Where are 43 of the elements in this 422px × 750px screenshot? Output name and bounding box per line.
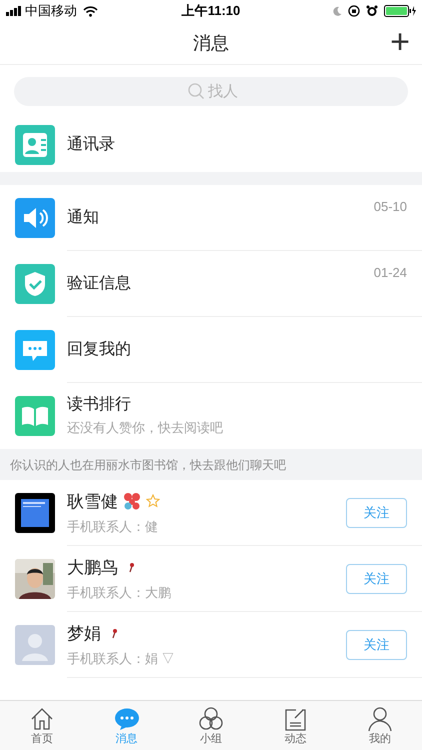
person-subtitle: 手机联系人：健 bbox=[67, 518, 159, 536]
suggestion-banner: 你认识的人也在用丽水市图书馆，快去跟他们聊天吧 bbox=[0, 449, 422, 480]
message-date: 05-10 bbox=[374, 198, 407, 216]
signal-icon bbox=[6, 6, 22, 16]
tab-item[interactable]: 动态 bbox=[253, 701, 338, 750]
contact-card-icon bbox=[15, 124, 55, 164]
follow-button[interactable]: 关注 bbox=[346, 498, 407, 528]
person-subtitle: 手机联系人：大鹏 bbox=[67, 584, 172, 602]
moon-icon bbox=[333, 6, 342, 16]
message-date: 01-24 bbox=[374, 264, 407, 282]
person-name: 梦娟 bbox=[67, 622, 101, 644]
circles-icon bbox=[198, 706, 224, 732]
carrier-name: 中国移动 bbox=[25, 2, 77, 20]
search-icon bbox=[187, 82, 205, 100]
chat-bubble-icon bbox=[114, 706, 140, 732]
status-time: 上午11:10 bbox=[180, 2, 242, 20]
page-title: 消息 bbox=[193, 32, 229, 54]
message-title[interactable]: 读书排行 bbox=[67, 394, 407, 416]
wifi-icon bbox=[83, 6, 98, 16]
person-subtitle: 手机联系人：娟 ▽ bbox=[67, 650, 176, 668]
tab-item[interactable]: 我的 bbox=[338, 701, 422, 750]
person-name: 大鹏鸟 bbox=[67, 556, 118, 578]
star-icon bbox=[146, 494, 160, 508]
default-avatar-icon bbox=[15, 625, 55, 665]
chat-bubble-icon bbox=[15, 330, 55, 370]
battery-icon bbox=[384, 5, 416, 17]
message-title[interactable]: 回复我的 bbox=[67, 338, 407, 360]
speaker-icon bbox=[15, 198, 55, 238]
book-icon bbox=[15, 396, 55, 436]
flower-badge-icon bbox=[122, 492, 142, 510]
follow-button[interactable]: 关注 bbox=[346, 564, 407, 594]
tab-item[interactable]: 首页 bbox=[0, 701, 84, 750]
message-preview: 还没有人赞你，快去阅读吧 bbox=[67, 419, 224, 438]
tab-item[interactable]: 小组 bbox=[168, 701, 254, 750]
row-label[interactable]: 通讯录 bbox=[67, 132, 115, 156]
search-field[interactable]: 找人 bbox=[14, 76, 408, 106]
alarm-icon bbox=[366, 5, 378, 17]
add-button[interactable]: + bbox=[390, 24, 410, 60]
person-icon bbox=[366, 706, 393, 732]
avatar-image bbox=[15, 493, 55, 533]
follow-button[interactable]: 关注 bbox=[346, 630, 407, 660]
shield-check-icon bbox=[15, 264, 55, 304]
person-name: 耿雪健 bbox=[67, 490, 118, 512]
